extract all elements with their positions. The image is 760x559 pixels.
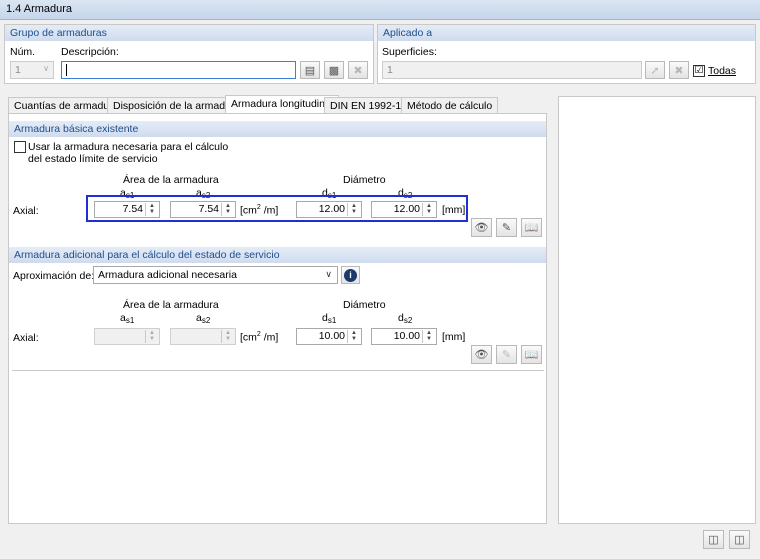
delete-icon: ✖ (353, 64, 363, 77)
aproximacion-select[interactable]: Armadura adicional necesaria ∨ (93, 266, 338, 284)
area-label: Área de la armadura (123, 174, 219, 186)
as1-input[interactable]: 7.54 ▲ ▼ (94, 201, 160, 218)
as2-input-adicional[interactable]: ▲ ▼ (170, 328, 236, 345)
info-icon: i (344, 268, 357, 282)
as2-input[interactable]: 7.54 ▲ ▼ (170, 201, 236, 218)
tab-metodo[interactable]: Método de cálculo (401, 97, 499, 113)
eye-icon: 👁 (474, 222, 489, 234)
book-icon: 📖 (524, 349, 539, 361)
aproximacion-value: Armadura adicional necesaria (98, 269, 237, 281)
superficies-label: Superficies: (382, 46, 437, 58)
as1-input-adicional[interactable]: ▲ ▼ (94, 328, 160, 345)
chevron-down-icon: ∨ (325, 269, 332, 279)
unit-mm-label-adicional: [mm] (442, 331, 466, 343)
library-button-adicional[interactable]: 📖 (521, 345, 542, 364)
area-label-adicional: Área de la armadura (123, 299, 219, 311)
as2-spinner[interactable]: ▲ ▼ (221, 203, 234, 216)
copy-icon: ▩ (328, 64, 340, 77)
ds2-label-adicional: ds2 (398, 312, 413, 325)
usar-necesaria-checkbox[interactable] (14, 141, 26, 153)
as1-spinner[interactable]: ▲ ▼ (145, 203, 158, 216)
ds1-value: 12.00 (318, 203, 345, 215)
axial-label-adicional: Axial: (13, 332, 39, 344)
ds2-spinner-adicional[interactable]: ▲ ▼ (422, 330, 435, 343)
ds2-value-adicional: 10.00 (393, 330, 420, 342)
usar-necesaria-label-1: Usar la armadura necesaria para el cálcu… (28, 141, 229, 153)
as2-spinner-adicional[interactable]: ▲ ▼ (221, 330, 234, 343)
unit-mm-label: [mm] (442, 204, 466, 216)
reinforcement-icon: ✎ (501, 222, 512, 234)
edit-reinforcement-button[interactable]: ✎ (496, 218, 517, 237)
num-select[interactable]: 1 ∨ (10, 61, 54, 79)
adicional-header: Armadura adicional para el cálculo del e… (9, 247, 546, 263)
usar-necesaria-label-2: del estado límite de servicio (28, 153, 158, 165)
aplicado-header: Aplicado a (378, 25, 755, 41)
ds2-value: 12.00 (393, 203, 420, 215)
diametro-label: Diámetro (343, 174, 386, 186)
right-panel (558, 96, 756, 524)
delete-icon: ✖ (674, 64, 684, 77)
chevron-down-icon: ∨ (43, 64, 49, 73)
export-button[interactable]: ◫ (703, 530, 724, 549)
aproximacion-label: Aproximación de: (13, 270, 95, 282)
superficies-value: 1 (387, 64, 393, 76)
tab-content (8, 113, 547, 524)
todas-label: Todas (708, 65, 737, 77)
as1-label-adicional: as1 (120, 312, 135, 325)
as1-value: 7.54 (122, 203, 143, 215)
library-button[interactable]: 📖 (521, 218, 542, 237)
superficies-input[interactable]: 1 (382, 61, 642, 79)
desc-label: Descripción: (61, 46, 119, 58)
ds1-input-adicional[interactable]: 10.00 ▲ ▼ (296, 328, 362, 345)
as2-label-adicional: as2 (196, 312, 211, 325)
clear-surfaces-button[interactable]: ✖ (669, 61, 689, 79)
delete-group-button[interactable]: ✖ (348, 61, 368, 79)
ds2-spinner[interactable]: ▲ ▼ (422, 203, 435, 216)
ds2-input-adicional[interactable]: 10.00 ▲ ▼ (371, 328, 437, 345)
book-icon: 📖 (524, 222, 539, 234)
view-button[interactable]: 👁 (471, 218, 492, 237)
reinforcement-icon: ✎ (501, 349, 512, 361)
export-icon: ◫ (708, 534, 719, 546)
ds1-input[interactable]: 12.00 ▲ ▼ (296, 201, 362, 218)
window-title: 1.4 Armadura (0, 0, 760, 20)
ds2-input[interactable]: 12.00 ▲ ▼ (371, 201, 437, 218)
todas-checkbox[interactable]: ☑ (693, 65, 705, 77)
folder-icon: ▤ (304, 64, 316, 77)
num-value: 1 (15, 64, 21, 76)
grupo-header: Grupo de armaduras (5, 25, 373, 41)
ds1-spinner-adicional[interactable]: ▲ ▼ (347, 330, 360, 343)
axial-label: Axial: (13, 205, 39, 217)
unit-area-label-adicional: [cm2 /m] (240, 331, 279, 344)
import-button[interactable]: ◫ (729, 530, 750, 549)
edit-reinforcement-button-adicional[interactable]: ✎ (496, 345, 517, 364)
info-button[interactable]: i (341, 266, 360, 284)
as1-spinner-adicional[interactable]: ▲ ▼ (145, 330, 158, 343)
diametro-label-adicional: Diámetro (343, 299, 386, 311)
new-group-button[interactable]: ▤ (300, 61, 320, 79)
pointer-icon: ➚ (650, 64, 660, 77)
text-cursor (66, 64, 67, 76)
ds1-label-adicional: ds1 (322, 312, 337, 325)
ds1-spinner[interactable]: ▲ ▼ (347, 203, 360, 216)
copy-group-button[interactable]: ▩ (324, 61, 344, 79)
basica-header: Armadura básica existente (9, 121, 546, 137)
content-divider (12, 370, 544, 371)
ds1-value-adicional: 10.00 (318, 330, 345, 342)
eye-icon: 👁 (474, 349, 489, 361)
unit-area-label: [cm2 /m] (240, 204, 279, 217)
tab-armadura-longitudinal[interactable]: Armadura longitudinal (225, 95, 340, 113)
description-input[interactable] (61, 61, 296, 79)
view-button-adicional[interactable]: 👁 (471, 345, 492, 364)
as2-value: 7.54 (198, 203, 219, 215)
import-icon: ◫ (734, 534, 745, 546)
num-label: Núm. (10, 46, 36, 58)
pick-surfaces-button[interactable]: ➚ (645, 61, 665, 79)
